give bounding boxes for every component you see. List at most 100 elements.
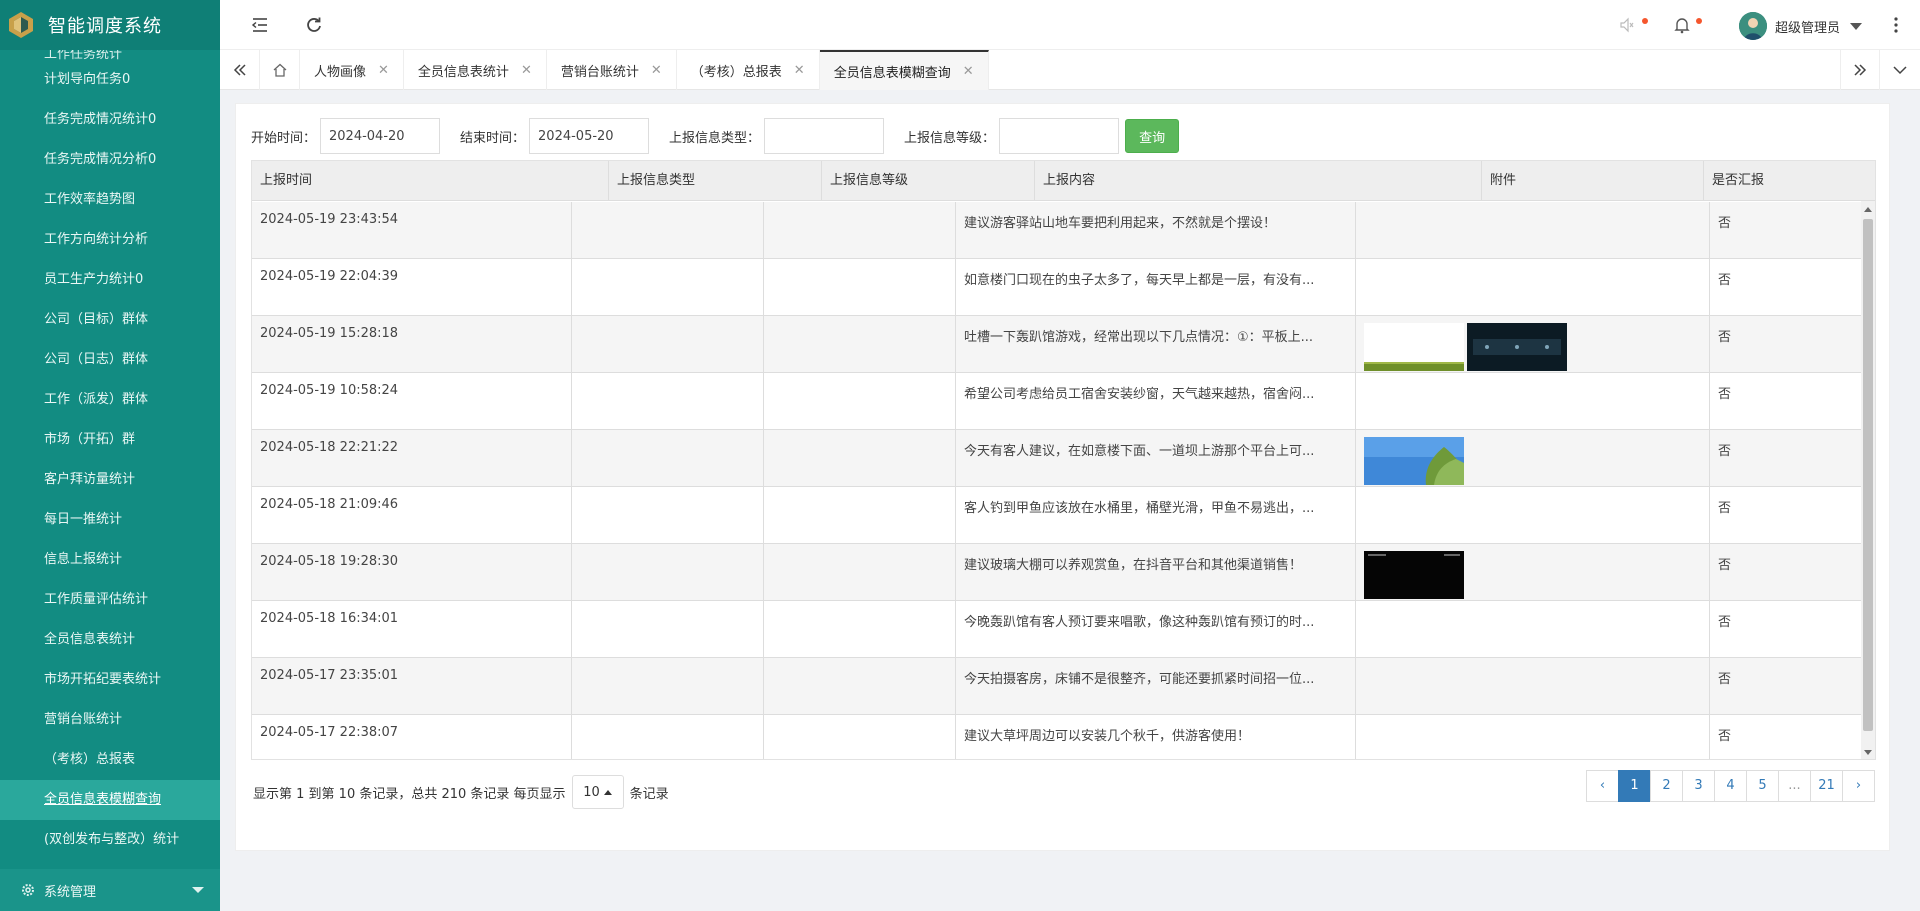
sidebar-item[interactable]: 工作方向统计分析 (0, 220, 220, 260)
cell-reported: 否 (1710, 715, 1875, 759)
pagination-prev-button[interactable]: ‹ (1586, 770, 1619, 802)
cell-reported: 否 (1710, 430, 1875, 486)
sidebar-item[interactable]: 公司（日志）群体 (0, 340, 220, 380)
table-scrollbar[interactable] (1861, 201, 1875, 759)
table-row[interactable]: 2024-05-19 22:04:39 如意楼门口现在的虫子太多了，每天早上都是一… (252, 259, 1875, 316)
sidebar-item[interactable]: 员工生产力统计0 (0, 260, 220, 300)
sidebar-item[interactable]: 全员信息表统计 (0, 620, 220, 660)
tab-home[interactable] (260, 50, 300, 90)
close-icon[interactable]: ✕ (651, 63, 662, 78)
column-header[interactable]: 上报内容 (1035, 161, 1482, 201)
more-icon[interactable] (1894, 16, 1898, 34)
scroll-down-icon[interactable] (1864, 750, 1872, 755)
cell-content: 建议大草坪周边可以安装几个秋千，供游客使用！ (956, 715, 1356, 759)
sidebar-item[interactable]: (双创发布与整改）统计 (0, 820, 220, 860)
sidebar-item[interactable]: 营销台账统计 (0, 700, 220, 740)
scroll-up-icon[interactable] (1864, 207, 1872, 212)
close-icon[interactable]: ✕ (794, 63, 805, 78)
pagination-page-button[interactable]: 1 (1618, 770, 1651, 802)
app-title: 智能调度系统 (48, 16, 162, 37)
tabs-bar: 人物画像 ✕ 全员信息表统计 ✕ 营销台账统计 ✕ （考核）总报表 ✕ 全员信息表模糊查询 ✕ (220, 50, 1920, 90)
cell-time: 2024-05-18 19:28:30 (252, 544, 572, 600)
sidebar-item[interactable]: 客户拜访量统计 (0, 460, 220, 500)
cell-time: 2024-05-19 15:28:18 (252, 316, 572, 372)
tab-item[interactable]: 全员信息表统计 ✕ (404, 50, 547, 90)
sidebar-item[interactable]: 工作效率趋势图 (0, 180, 220, 220)
page-size-select[interactable]: 10 (571, 775, 624, 809)
cell-attachments (1356, 259, 1710, 315)
sidebar-item[interactable]: 信息上报统计 (0, 540, 220, 580)
close-icon[interactable]: ✕ (378, 63, 389, 78)
table-row[interactable]: 2024-05-17 22:38:07 建议大草坪周边可以安装几个秋千，供游客使用… (252, 715, 1875, 759)
table-row[interactable]: 2024-05-19 15:28:18 吐槽一下轰趴馆游戏，经常出现以下几点情况：… (252, 316, 1875, 373)
sidebar-item-partial[interactable]: 工作任务统计 (0, 50, 220, 60)
sidebar-item[interactable]: 每日一推统计 (0, 500, 220, 540)
end-time-label: 结束时间： (460, 130, 526, 146)
cell-level (764, 259, 956, 315)
table-row[interactable]: 2024-05-18 21:09:46 客人钓到甲鱼应该放在水桶里，桶壁光滑，甲鱼… (252, 487, 1875, 544)
tabs-dropdown-button[interactable] (1880, 50, 1920, 90)
attachment-thumbnail[interactable] (1364, 437, 1464, 485)
tab-item[interactable]: （考核）总报表 ✕ (677, 50, 820, 90)
bell-icon[interactable] (1672, 15, 1692, 35)
attachment-thumbnail[interactable] (1467, 323, 1567, 371)
table-row[interactable]: 2024-05-18 19:28:30 建议玻璃大棚可以养观赏鱼，在抖音平台和其他… (252, 544, 1875, 601)
tab-item[interactable]: 营销台账统计 ✕ (547, 50, 677, 90)
column-header[interactable]: 附件 (1482, 161, 1704, 201)
refresh-icon[interactable] (304, 15, 324, 35)
scrollbar-thumb[interactable] (1863, 219, 1873, 731)
start-time-input[interactable] (320, 118, 441, 154)
tabs-scroll-left-button[interactable] (220, 50, 260, 90)
user-menu[interactable]: 超级管理员 (1738, 12, 1862, 40)
column-header[interactable]: 是否汇报 (1704, 161, 1875, 201)
info-level-input[interactable] (999, 118, 1120, 154)
sidebar-item[interactable]: 全员信息表模糊查询 (0, 780, 220, 820)
pagination-page-button[interactable]: 2 (1650, 770, 1683, 802)
pagination-page-button[interactable]: 4 (1714, 770, 1747, 802)
attachment-thumbnail[interactable] (1364, 551, 1464, 599)
tab-label: 营销台账统计 (560, 64, 639, 80)
menu-fold-icon[interactable] (250, 15, 270, 35)
attachment-thumbnail[interactable] (1364, 323, 1464, 371)
table-row[interactable]: 2024-05-17 23:35:01 今天拍摄客房，床铺不是很整齐，可能还要抓紧… (252, 658, 1875, 715)
tabs-scroll-right-button[interactable] (1840, 50, 1880, 90)
top-header: 超级管理员 (220, 0, 1920, 50)
cell-time: 2024-05-19 10:58:24 (252, 373, 572, 429)
sidebar-item[interactable]: 计划导向任务0 (0, 60, 220, 100)
table-row[interactable]: 2024-05-19 23:43:54 建议游客驿站山地车要把利用起来，不然就是个… (252, 202, 1875, 259)
tab-label: 全员信息表统计 (417, 64, 509, 80)
cell-time: 2024-05-17 23:35:01 (252, 658, 572, 714)
sidebar-item[interactable]: （考核）总报表 (0, 740, 220, 780)
sidebar-item[interactable]: 任务完成情况统计0 (0, 100, 220, 140)
column-header[interactable]: 上报信息等级 (822, 161, 1035, 201)
cell-level (764, 373, 956, 429)
sidebar-item-system[interactable]: 系统管理 (0, 869, 220, 911)
cell-time: 2024-05-18 21:09:46 (252, 487, 572, 543)
pagination-page-button[interactable]: 5 (1746, 770, 1779, 802)
user-name: 超级管理员 (1774, 20, 1840, 36)
pagination-page-button[interactable]: 3 (1682, 770, 1715, 802)
pagination-next-button[interactable]: › (1842, 770, 1875, 802)
pagination-info-suffix: 条记录 (629, 786, 669, 802)
column-header[interactable]: 上报时间 (252, 161, 609, 201)
tab-item[interactable]: 全员信息表模糊查询 ✕ (819, 50, 989, 90)
sidebar-item[interactable]: 市场（开拓）群 (0, 420, 220, 460)
column-header[interactable]: 上报信息类型 (609, 161, 822, 201)
search-button[interactable]: 查询 (1125, 119, 1180, 153)
sidebar-item[interactable]: 工作质量评估统计 (0, 580, 220, 620)
sidebar-item[interactable]: 任务完成情况分析0 (0, 140, 220, 180)
sidebar-item[interactable]: 市场开拓纪要表统计 (0, 660, 220, 700)
close-icon[interactable]: ✕ (963, 64, 974, 79)
sidebar-item[interactable]: 工作（派发）群体 (0, 380, 220, 420)
sidebar-item[interactable]: 公司（目标）群体 (0, 300, 220, 340)
info-type-input[interactable] (764, 118, 885, 154)
pagination: ‹ 1 2 3 4 5... 21 › (1586, 770, 1875, 802)
tab-item[interactable]: 人物画像 ✕ (300, 50, 404, 90)
table-row[interactable]: 2024-05-18 22:21:22 今天有客人建议，在如意楼下面、一道坝上游那… (252, 430, 1875, 487)
table-row[interactable]: 2024-05-18 16:34:01 今晚轰趴馆有客人预订要来唱歌，像这种轰趴馆… (252, 601, 1875, 658)
speaker-icon[interactable] (1618, 15, 1638, 35)
end-time-input[interactable] (529, 118, 650, 154)
close-icon[interactable]: ✕ (521, 63, 532, 78)
pagination-page-button[interactable]: 21 (1810, 770, 1843, 802)
table-row[interactable]: 2024-05-19 10:58:24 希望公司考虑给员工宿舍安装纱窗，天气越来越… (252, 373, 1875, 430)
